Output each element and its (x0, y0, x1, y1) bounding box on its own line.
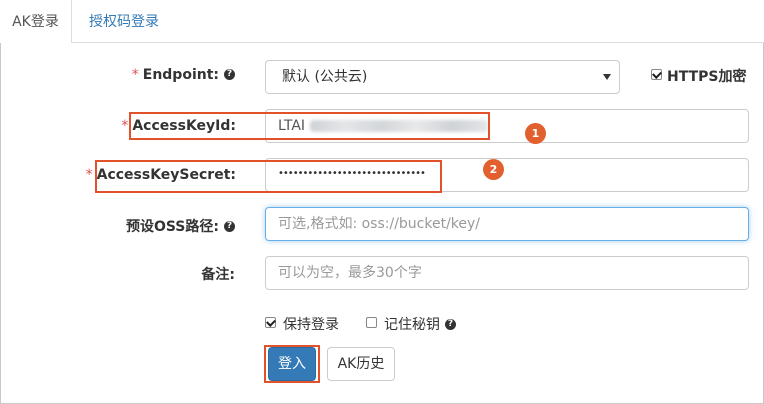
annotation-badge-2: 2 (483, 159, 504, 180)
help-icon[interactable]: ? (224, 68, 235, 80)
endpoint-label: * Endpoint:? (132, 67, 235, 83)
https-checkbox[interactable] (651, 69, 662, 80)
tab-bar: AK登录 授权码登录 (0, 0, 764, 43)
remember-secret-checkbox[interactable] (366, 317, 377, 328)
help-icon[interactable]: ? (445, 318, 456, 330)
tab-ak-login[interactable]: AK登录 (0, 0, 72, 43)
remember-secret-label: 记住秘钥? (384, 314, 456, 334)
required-mark: * (85, 167, 93, 183)
endpoint-select-value: 默认 (公共云) (282, 69, 368, 85)
annotation-badge-1: 1 (525, 123, 546, 144)
help-icon[interactable]: ? (224, 220, 235, 232)
ak-history-button[interactable]: AK历史 (327, 347, 395, 381)
required-mark: * (121, 118, 129, 134)
https-label: HTTPS加密 (667, 69, 747, 85)
annotation-box-access-key-secret (95, 160, 442, 193)
note-input[interactable] (265, 256, 749, 290)
tab-auth-code-login[interactable]: 授权码登录 (89, 0, 159, 42)
annotation-box-access-key-id (129, 112, 490, 140)
oss-path-label: 预设OSS路径:? (126, 216, 235, 236)
oss-path-input[interactable] (265, 207, 749, 241)
annotation-box-login-button (264, 345, 320, 383)
chevron-down-icon (603, 74, 611, 80)
note-label: 备注: (201, 267, 235, 283)
keep-login-label: 保持登录 (283, 317, 339, 333)
keep-login-checkbox[interactable] (265, 317, 276, 328)
endpoint-select[interactable]: 默认 (公共云) (265, 60, 620, 94)
required-mark: * (131, 67, 139, 83)
